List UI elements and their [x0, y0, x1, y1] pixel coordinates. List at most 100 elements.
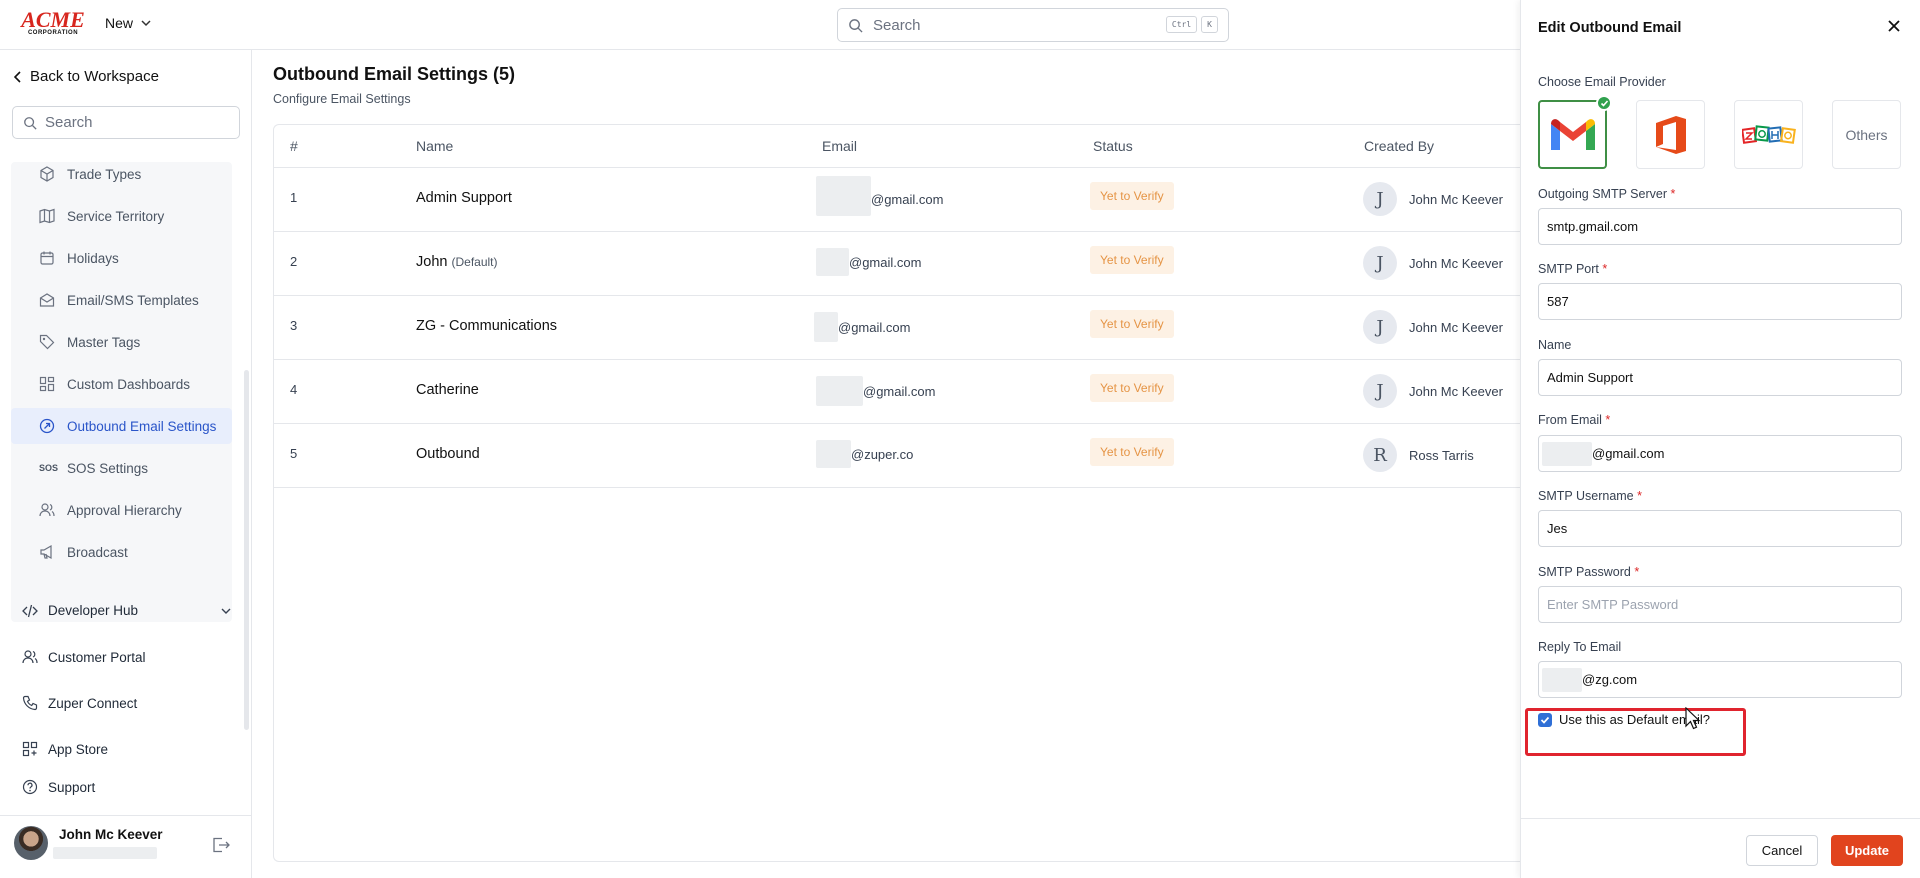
- sidebar-item-customer-portal[interactable]: Customer Portal: [22, 649, 232, 665]
- new-label: New: [105, 15, 134, 31]
- row-name: Admin Support: [416, 190, 512, 206]
- sidebar-item-label: Service Territory: [67, 208, 165, 224]
- smtp-password-input[interactable]: Enter SMTP Password: [1538, 586, 1902, 623]
- required-mark: *: [1602, 262, 1608, 276]
- row-number: 5: [290, 446, 298, 461]
- default-tag: (Default): [451, 255, 498, 269]
- table-row[interactable]: 1 Admin Support @gmail.com Yet to Verify…: [274, 168, 1521, 232]
- from-email-label-text: From Email: [1538, 413, 1602, 427]
- logout-icon[interactable]: [212, 837, 230, 853]
- table-row[interactable]: 3 ZG - Communications @gmail.com Yet to …: [274, 296, 1521, 360]
- back-label: Back to Workspace: [30, 68, 159, 85]
- calendar-icon: [39, 250, 55, 266]
- from-email-input[interactable]: @gmail.com: [1538, 435, 1902, 472]
- cancel-button[interactable]: Cancel: [1746, 835, 1818, 866]
- envelope-icon: [39, 292, 55, 308]
- provider-zoho[interactable]: [1734, 100, 1803, 169]
- row-email: @gmail.com: [816, 376, 935, 406]
- table-row[interactable]: 4 Catherine @gmail.com Yet to Verify J Jo…: [274, 360, 1521, 424]
- reply-to-input[interactable]: @zg.com: [1538, 661, 1902, 698]
- shortcut-hint: Ctrl K: [1165, 16, 1218, 33]
- name-input[interactable]: Admin Support: [1538, 359, 1902, 396]
- status-badge: Yet to Verify: [1090, 246, 1174, 274]
- close-icon[interactable]: [1887, 19, 1901, 33]
- name-label: Name: [1538, 338, 1572, 352]
- sidebar-item-trade-types[interactable]: Trade Types: [11, 156, 232, 192]
- smtp-username-input[interactable]: Jes: [1538, 510, 1902, 547]
- table-row[interactable]: 5 Outbound @zuper.co Yet to Verify R Ross…: [274, 424, 1521, 488]
- sidebar-item-app-store[interactable]: App Store: [22, 741, 232, 757]
- smtp-username-label-text: SMTP Username: [1538, 489, 1634, 503]
- smtp-server-input[interactable]: smtp.gmail.com: [1538, 208, 1902, 245]
- search-icon: [848, 18, 863, 33]
- status-badge: Yet to Verify: [1090, 182, 1174, 210]
- sidebar-item-support[interactable]: Support: [22, 779, 232, 795]
- user-name: John Mc Keever: [59, 827, 163, 842]
- tag-icon: [39, 334, 55, 350]
- sidebar-item-zuper-connect[interactable]: Zuper Connect: [22, 695, 232, 711]
- creator-name: John Mc Keever: [1409, 255, 1503, 271]
- smtp-password-label: SMTP Password *: [1538, 565, 1639, 579]
- reply-to-label: Reply To Email: [1538, 640, 1622, 654]
- update-button[interactable]: Update: [1831, 835, 1903, 866]
- page-subtitle: Configure Email Settings: [273, 92, 411, 106]
- sidebar-item-outbound-email-settings[interactable]: Outbound Email Settings: [11, 408, 232, 444]
- row-email-domain: @gmail.com: [838, 319, 911, 335]
- column-header-email: Email: [822, 138, 858, 154]
- table-row[interactable]: 2 John (Default) @gmail.com Yet to Verif…: [274, 232, 1521, 296]
- creator-avatar: J: [1363, 374, 1397, 408]
- table-header: # Name Email Status Created By: [274, 125, 1521, 168]
- smtp-server-label: Outgoing SMTP Server *: [1538, 187, 1675, 201]
- created-by: J John Mc Keever: [1363, 246, 1503, 280]
- row-name: Catherine: [416, 382, 479, 398]
- redacted-block: [816, 376, 863, 406]
- redacted-block: [816, 176, 871, 216]
- provider-others[interactable]: Others: [1832, 100, 1901, 169]
- creator-avatar: R: [1363, 438, 1397, 472]
- sidebar-item-approval-hierarchy[interactable]: Approval Hierarchy: [11, 492, 232, 528]
- logo-subtext: CORPORATION: [27, 29, 79, 36]
- sidebar-search-input[interactable]: Search: [12, 106, 240, 139]
- code-icon: [22, 604, 38, 618]
- smtp-port-input[interactable]: 587: [1538, 283, 1902, 320]
- provider-office365[interactable]: [1636, 100, 1705, 169]
- global-search-input[interactable]: Search Ctrl K: [837, 8, 1229, 42]
- new-button[interactable]: New: [105, 15, 151, 31]
- office-icon: [1652, 114, 1690, 156]
- user-profile[interactable]: John Mc Keever: [0, 815, 252, 878]
- smtp-server-label-text: Outgoing SMTP Server: [1538, 187, 1667, 201]
- apps-icon: [22, 741, 38, 757]
- creator-avatar: J: [1363, 310, 1397, 344]
- sidebar-item-holidays[interactable]: Holidays: [11, 240, 232, 276]
- checkbox-checked-icon[interactable]: [1538, 712, 1552, 727]
- smtp-port-label-text: SMTP Port: [1538, 262, 1599, 276]
- acme-logo[interactable]: ACME CORPORATION: [20, 8, 86, 37]
- required-mark: *: [1634, 565, 1640, 579]
- user-subtitle-redacted: [53, 847, 157, 859]
- column-header-number: #: [290, 138, 298, 154]
- sidebar-scrollbar[interactable]: [244, 370, 249, 730]
- phone-icon: [22, 695, 38, 711]
- sidebar-item-label: Approval Hierarchy: [67, 502, 182, 518]
- sidebar-item-developer-hub[interactable]: Developer Hub: [22, 603, 232, 618]
- creator-name: John Mc Keever: [1409, 191, 1503, 207]
- status-badge: Yet to Verify: [1090, 438, 1174, 466]
- sidebar-item-label: Outbound Email Settings: [67, 418, 217, 434]
- app-store-label: App Store: [48, 741, 109, 757]
- sidebar-item-sos-settings[interactable]: SOS SOS Settings: [11, 450, 232, 486]
- sidebar-item-custom-dashboards[interactable]: Custom Dashboards: [11, 366, 232, 402]
- status-badge: Yet to Verify: [1090, 310, 1174, 338]
- creator-name: John Mc Keever: [1409, 319, 1503, 335]
- provider-gmail[interactable]: [1538, 95, 1612, 169]
- sidebar-item-email-sms-templates[interactable]: Email/SMS Templates: [11, 282, 232, 318]
- sidebar-item-label: Holidays: [67, 250, 119, 266]
- sidebar-item-master-tags[interactable]: Master Tags: [11, 324, 232, 360]
- back-to-workspace-link[interactable]: Back to Workspace: [14, 68, 159, 85]
- sos-icon: SOS: [39, 463, 59, 473]
- sidebar-item-broadcast[interactable]: Broadcast: [11, 534, 232, 570]
- sidebar-item-service-territory[interactable]: Service Territory: [11, 198, 232, 234]
- users-icon: [39, 502, 55, 518]
- chevron-down-icon: [141, 18, 151, 28]
- outbound-icon: [39, 418, 55, 434]
- sidebar: Back to Workspace Search Trade Types Ser…: [0, 50, 252, 878]
